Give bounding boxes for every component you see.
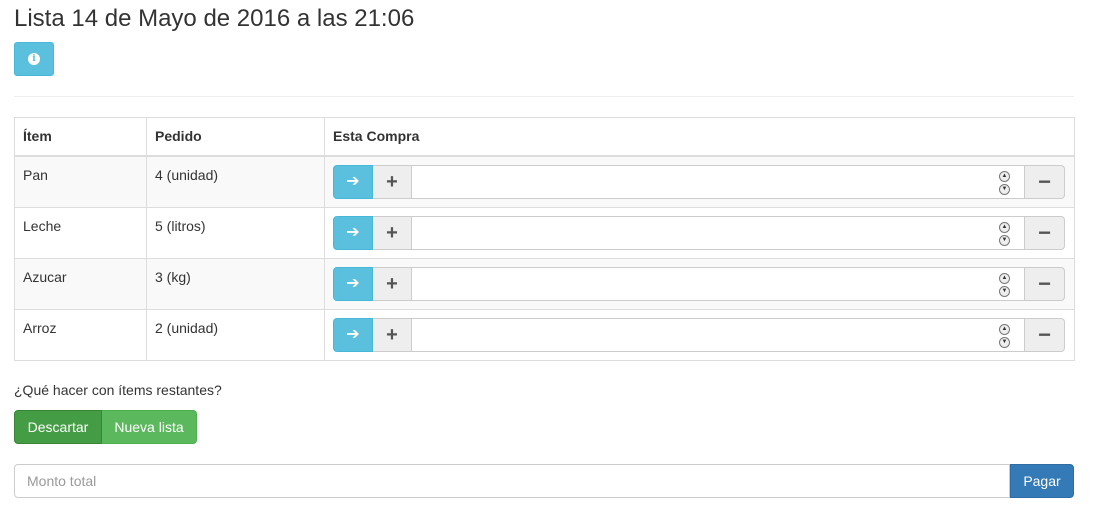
- ordered-quantity: 2 (unidad): [146, 308, 325, 361]
- pay-button[interactable]: Pagar: [1010, 464, 1074, 498]
- quantity-control: ➔ + ▲ ▼ −: [333, 215, 1065, 250]
- plus-icon: +: [386, 170, 398, 193]
- spin-down-icon[interactable]: ▼: [999, 234, 1010, 246]
- number-spinner[interactable]: ▲ ▼: [999, 170, 1010, 195]
- item-name: Leche: [14, 206, 147, 259]
- total-amount-input[interactable]: [14, 464, 1010, 498]
- table-row: Pan 4 (unidad) ➔ + ▲ ▼ −: [14, 155, 1075, 208]
- spin-down-icon[interactable]: ▼: [999, 336, 1010, 348]
- number-spinner[interactable]: ▲ ▼: [999, 272, 1010, 297]
- increment-button[interactable]: +: [373, 215, 412, 250]
- arrow-right-icon: ➔: [346, 172, 360, 190]
- quantity-input[interactable]: ▲ ▼: [412, 164, 1025, 199]
- spin-up-icon[interactable]: ▲: [999, 221, 1010, 233]
- increment-button[interactable]: +: [373, 164, 412, 199]
- divider: [14, 96, 1074, 97]
- purchase-cell: ➔ + ▲ ▼ −: [324, 308, 1075, 361]
- table-row: Leche 5 (litros) ➔ + ▲ ▼ −: [14, 206, 1075, 259]
- table-header-row: Ítem Pedido Esta Compra: [14, 117, 1075, 157]
- quantity-control: ➔ + ▲ ▼ −: [333, 266, 1065, 301]
- new-list-button[interactable]: Nueva lista: [102, 410, 197, 444]
- minus-icon: −: [1038, 168, 1051, 194]
- spin-up-icon[interactable]: ▲: [999, 170, 1010, 182]
- purchase-cell: ➔ + ▲ ▼ −: [324, 155, 1075, 208]
- ordered-quantity: 5 (litros): [146, 206, 325, 259]
- arrow-right-icon: ➔: [346, 223, 360, 241]
- info-circle-icon: i: [28, 53, 40, 65]
- increment-button[interactable]: +: [373, 266, 412, 301]
- remaining-items-actions: Descartar Nueva lista: [14, 410, 197, 444]
- increment-button[interactable]: +: [373, 317, 412, 352]
- minus-icon: −: [1038, 321, 1051, 347]
- fill-quantity-button[interactable]: ➔: [333, 215, 373, 250]
- quantity-control: ➔ + ▲ ▼ −: [333, 164, 1065, 199]
- item-name: Arroz: [14, 308, 147, 361]
- decrement-button[interactable]: −: [1025, 317, 1065, 352]
- total-amount-group: Pagar: [14, 464, 1074, 498]
- quantity-input[interactable]: ▲ ▼: [412, 317, 1025, 352]
- column-header-item: Ítem: [14, 117, 147, 157]
- minus-icon: −: [1038, 219, 1051, 245]
- page: Lista 14 de Mayo de 2016 a las 21:06 i Í…: [0, 0, 1098, 510]
- spin-down-icon[interactable]: ▼: [999, 285, 1010, 297]
- purchase-cell: ➔ + ▲ ▼ −: [324, 257, 1075, 310]
- plus-icon: +: [386, 221, 398, 244]
- discard-button[interactable]: Descartar: [14, 410, 102, 444]
- column-header-ordered: Pedido: [146, 117, 325, 157]
- arrow-right-icon: ➔: [346, 325, 360, 343]
- info-button[interactable]: i: [14, 42, 54, 76]
- minus-icon: −: [1038, 270, 1051, 296]
- spin-up-icon[interactable]: ▲: [999, 323, 1010, 335]
- fill-quantity-button[interactable]: ➔: [333, 164, 373, 199]
- ordered-quantity: 4 (unidad): [146, 155, 325, 208]
- item-name: Azucar: [14, 257, 147, 310]
- number-spinner[interactable]: ▲ ▼: [999, 323, 1010, 348]
- spin-up-icon[interactable]: ▲: [999, 272, 1010, 284]
- arrow-right-icon: ➔: [346, 274, 360, 292]
- number-spinner[interactable]: ▲ ▼: [999, 221, 1010, 246]
- spin-down-icon[interactable]: ▼: [999, 183, 1010, 195]
- plus-icon: +: [386, 323, 398, 346]
- ordered-quantity: 3 (kg): [146, 257, 325, 310]
- quantity-input[interactable]: ▲ ▼: [412, 215, 1025, 250]
- table-row: Azucar 3 (kg) ➔ + ▲ ▼ −: [14, 257, 1075, 310]
- quantity-control: ➔ + ▲ ▼ −: [333, 317, 1065, 352]
- column-header-this-purchase: Esta Compra: [324, 117, 1075, 157]
- decrement-button[interactable]: −: [1025, 164, 1065, 199]
- remaining-items-question: ¿Qué hacer con ítems restantes?: [14, 382, 222, 398]
- shopping-table: Ítem Pedido Esta Compra Pan 4 (unidad) ➔…: [14, 117, 1075, 361]
- fill-quantity-button[interactable]: ➔: [333, 317, 373, 352]
- plus-icon: +: [386, 272, 398, 295]
- quantity-input[interactable]: ▲ ▼: [412, 266, 1025, 301]
- decrement-button[interactable]: −: [1025, 266, 1065, 301]
- purchase-cell: ➔ + ▲ ▼ −: [324, 206, 1075, 259]
- table-row: Arroz 2 (unidad) ➔ + ▲ ▼ −: [14, 308, 1075, 361]
- fill-quantity-button[interactable]: ➔: [333, 266, 373, 301]
- page-title: Lista 14 de Mayo de 2016 a las 21:06: [14, 5, 415, 32]
- decrement-button[interactable]: −: [1025, 215, 1065, 250]
- item-name: Pan: [14, 155, 147, 208]
